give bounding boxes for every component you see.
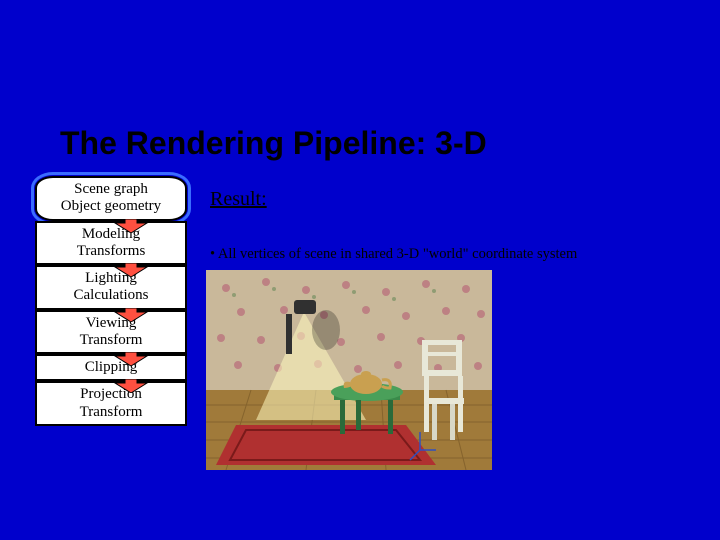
- stage-line: Transform: [41, 404, 181, 421]
- result-bullet: • All vertices of scene in shared 3-D "w…: [210, 246, 577, 263]
- stage-line: Transform: [41, 332, 181, 349]
- result-heading: Result:: [210, 188, 267, 211]
- stage-scene-graph: Scene graph Object geometry: [35, 176, 187, 221]
- pipeline-column: Scene graph Object geometry Modeling Tra…: [32, 176, 190, 426]
- stage-line: Scene graph: [41, 181, 181, 198]
- stage-line: Object geometry: [41, 198, 181, 215]
- stage-line: Calculations: [41, 287, 181, 304]
- rendered-scene-image: [206, 270, 492, 470]
- stage-line: Transforms: [41, 243, 181, 260]
- slide-title: The Rendering Pipeline: 3-D: [60, 125, 487, 162]
